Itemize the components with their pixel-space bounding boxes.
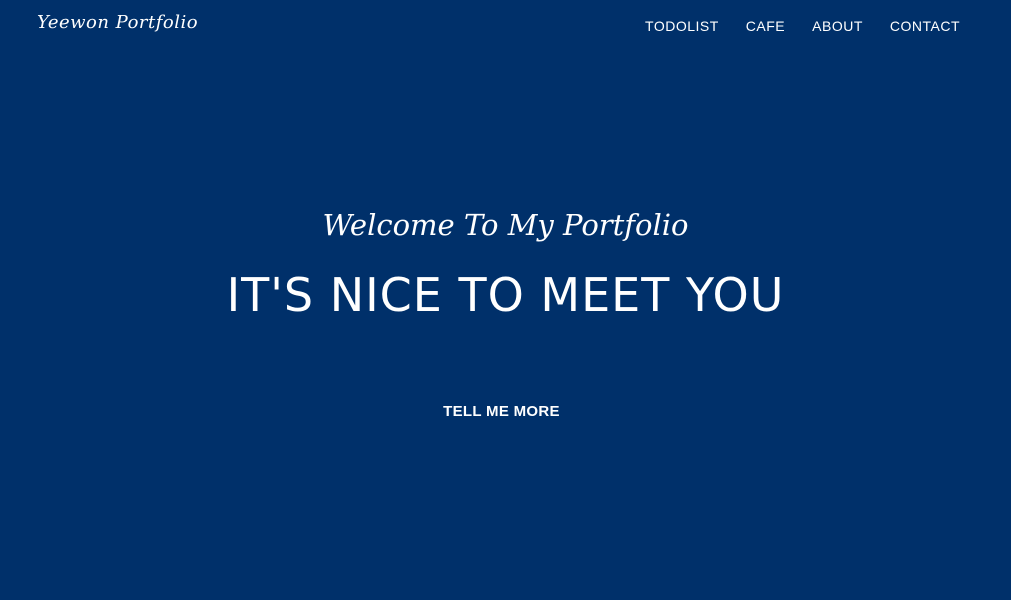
hero-section: Welcome To My Portfolio IT'S NICE TO MEE…	[0, 0, 1011, 600]
hero-lead-text: Welcome To My Portfolio	[322, 208, 689, 242]
hero-heading: IT'S NICE TO MEET YOU	[226, 268, 785, 322]
tell-me-more-button[interactable]: TELL ME MORE	[430, 398, 573, 426]
